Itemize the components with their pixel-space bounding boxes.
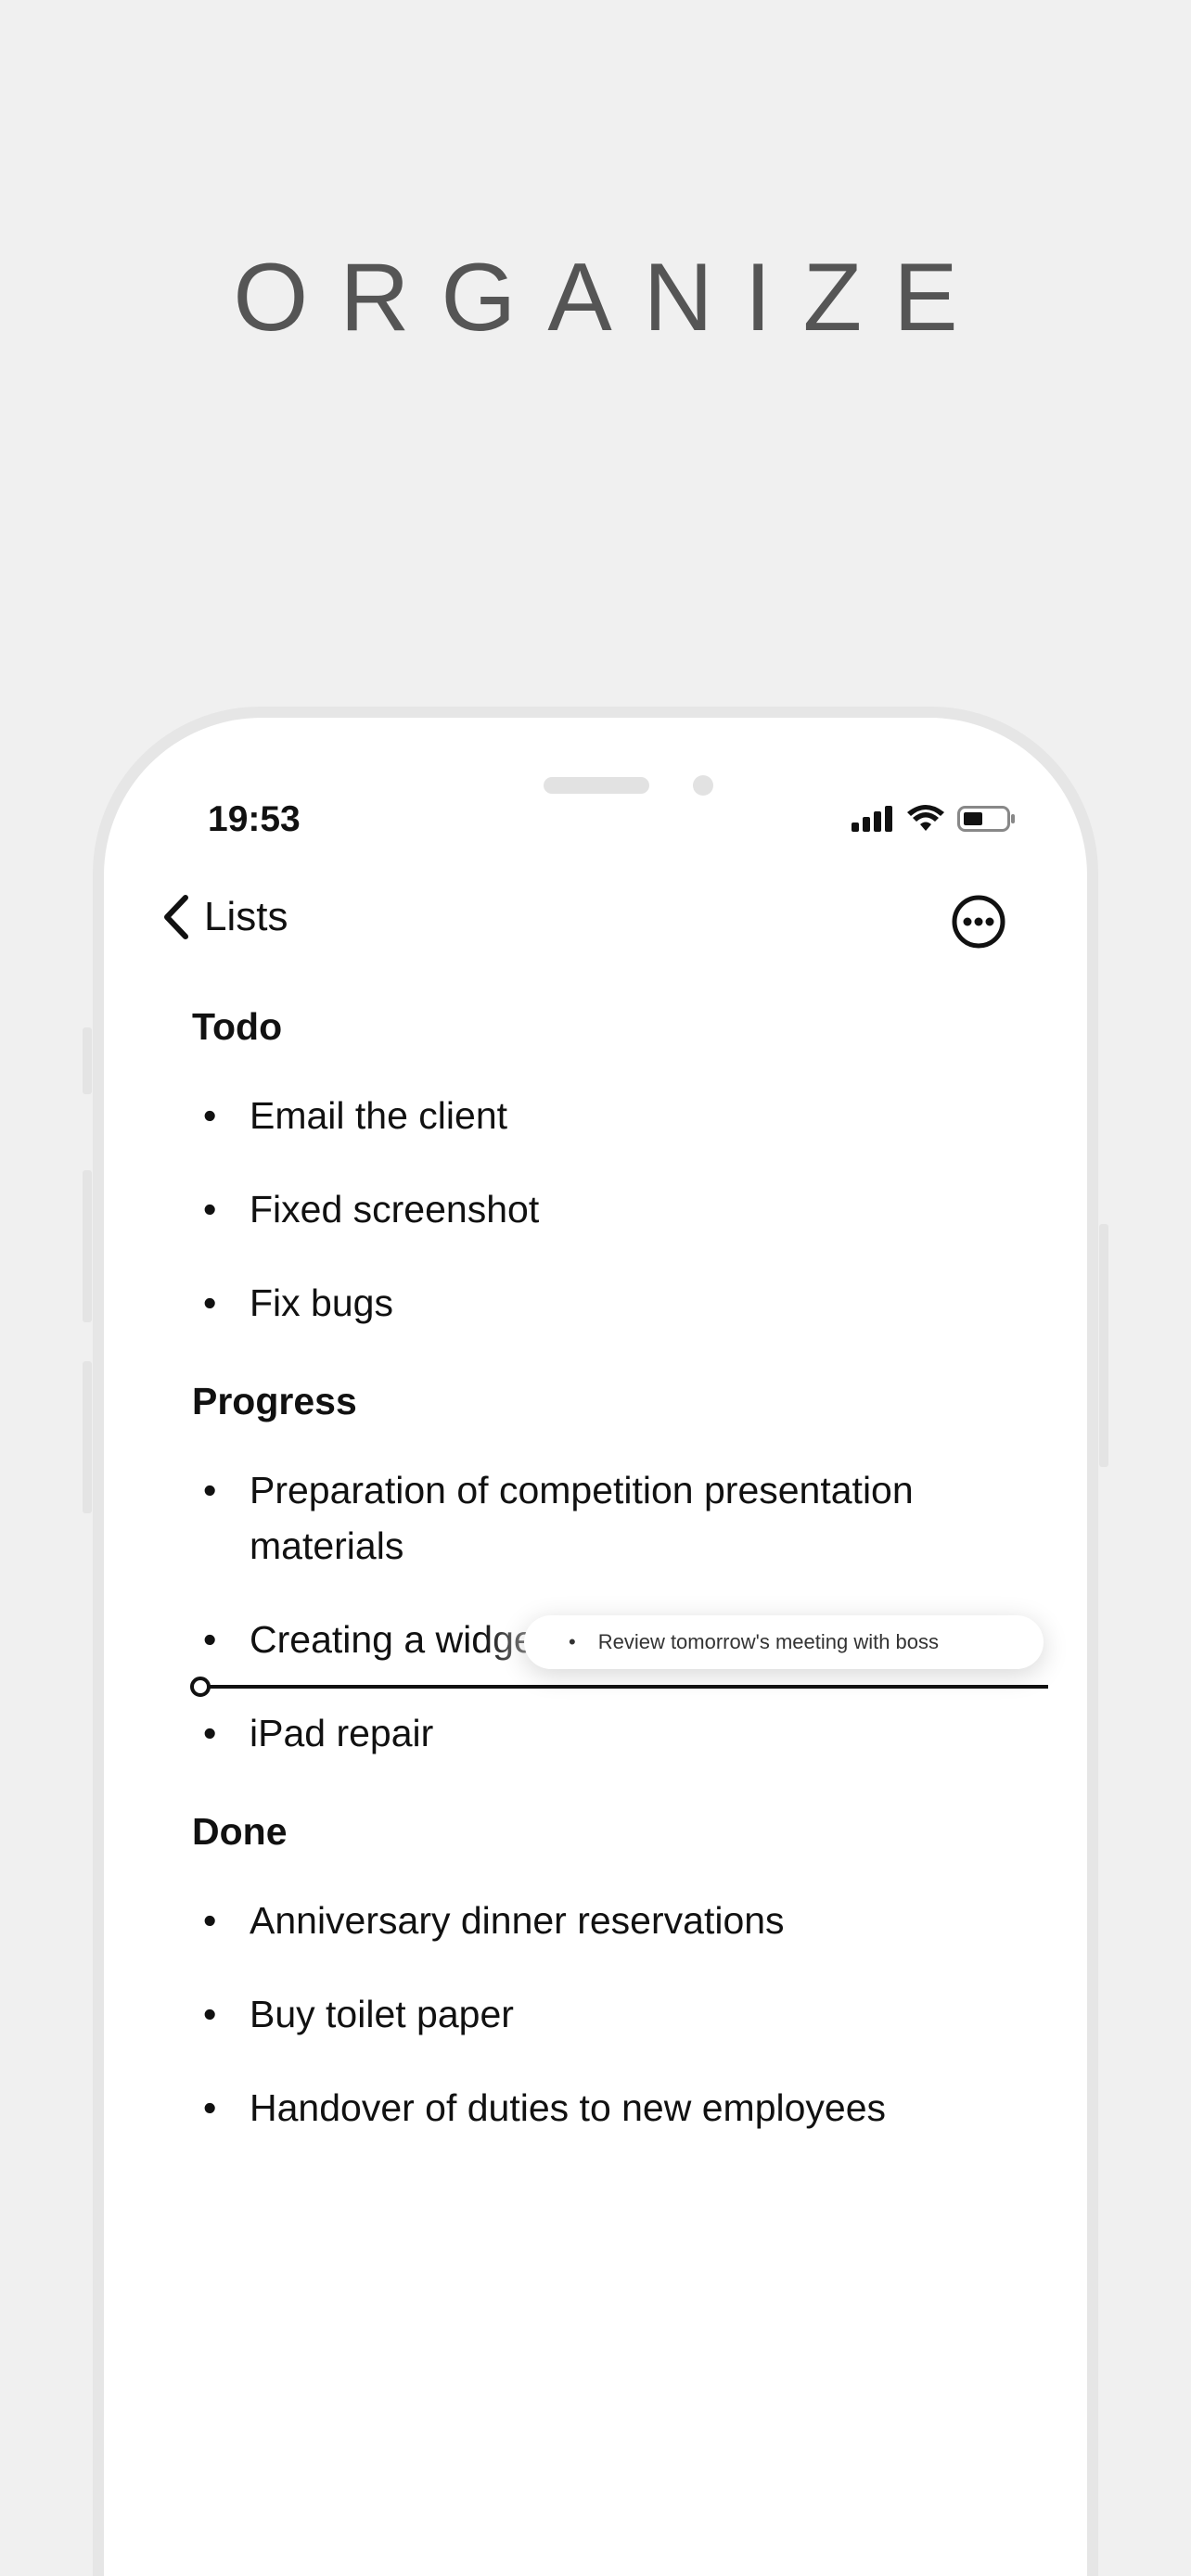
item-label: Fixed screenshot <box>250 1188 540 1231</box>
chevron-left-icon <box>164 895 188 939</box>
item-label: Buy toilet paper <box>250 1993 514 2035</box>
bullet: • <box>569 1630 576 1653</box>
list-item[interactable]: • Fix bugs <box>192 1275 1027 1369</box>
list-item[interactable]: • Handover of duties to new employees <box>192 2080 1027 2174</box>
phone-volume-up-button <box>83 1170 92 1322</box>
item-label: iPad repair <box>250 1712 434 1754</box>
phone-mute-switch <box>83 1027 92 1094</box>
phone-power-button <box>1099 1224 1108 1467</box>
drop-indicator-dot <box>190 1677 211 1697</box>
status-icons <box>852 803 1017 835</box>
page: ORGANIZE 19:53 Lists Todo • Email the cl… <box>0 0 1191 2576</box>
ellipsis-circle-icon[interactable] <box>951 894 1006 950</box>
bullet: • <box>203 1282 217 1324</box>
section-title-todo: Todo <box>192 1005 283 1048</box>
bullet: • <box>203 2086 217 2129</box>
cellular-signal-icon <box>852 806 892 832</box>
bullet: • <box>203 1469 217 1511</box>
list-item[interactable]: • Anniversary dinner reservations <box>192 1893 1027 1986</box>
item-label: Handover of duties to new employees <box>250 2086 887 2129</box>
list-item[interactable]: • Buy toilet paper <box>192 1986 1027 2080</box>
item-label: Fix bugs <box>250 1282 393 1324</box>
back-button[interactable]: Lists <box>160 894 288 940</box>
bullet: • <box>203 1188 217 1231</box>
bullet: • <box>203 1094 217 1137</box>
drop-indicator-line <box>200 1685 1048 1689</box>
status-time: 19:53 <box>208 799 301 839</box>
phone-volume-down-button <box>83 1361 92 1513</box>
item-label: Preparation of competition presentation … <box>250 1469 914 1567</box>
item-label: Email the client <box>250 1094 508 1137</box>
bullet: • <box>203 1712 217 1754</box>
list-item[interactable]: • Email the client <box>192 1088 1027 1181</box>
list-content: Todo • Email the client • Fixed screenshot… <box>192 994 1027 2174</box>
headline: ORGANIZE <box>233 244 990 351</box>
front-camera <box>693 775 713 796</box>
battery-icon <box>957 806 1015 832</box>
section-title-progress: Progress <box>192 1380 357 1422</box>
list-item[interactable]: • Fixed screenshot <box>192 1181 1027 1275</box>
wifi-icon <box>907 805 944 831</box>
section-title-done: Done <box>192 1810 288 1853</box>
phone-screen: 19:53 Lists Todo • Email the client • Fi… <box>104 718 1087 2576</box>
bullet: • <box>203 1899 217 1942</box>
bullet: • <box>203 1993 217 2035</box>
back-label: Lists <box>204 894 288 939</box>
speaker-grille <box>544 777 649 794</box>
dragging-item-chip[interactable]: • Review tomorrow's meeting with boss <box>524 1615 1044 1669</box>
dragging-item-label: Review tomorrow's meeting with boss <box>597 1630 940 1653</box>
list-item[interactable]: • Preparation of competition presentation… <box>192 1462 1027 1612</box>
list-item[interactable]: • iPad repair <box>192 1705 1027 1799</box>
item-label: Anniversary dinner reservations <box>250 1899 785 1942</box>
bullet: • <box>203 1618 217 1661</box>
